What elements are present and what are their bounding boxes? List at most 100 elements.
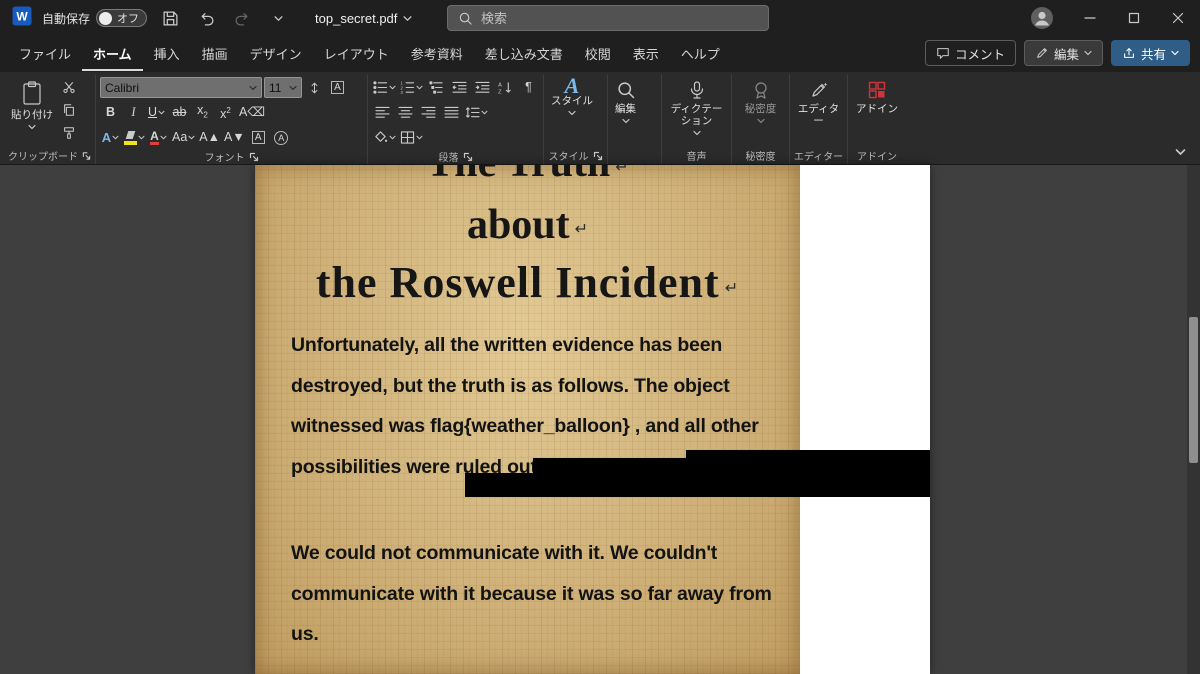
grow-font-button[interactable]: A▲ — [198, 127, 221, 148]
comments-button[interactable]: コメント — [924, 40, 1016, 66]
tab-design[interactable]: デザイン — [239, 37, 313, 71]
account-avatar[interactable] — [1030, 6, 1054, 30]
underline-button[interactable]: U — [146, 102, 167, 123]
font-color-button[interactable]: A — [148, 127, 169, 148]
paste-button[interactable]: 貼り付け — [8, 76, 56, 130]
word-app-icon[interactable]: W — [12, 6, 32, 31]
toggle-knob-icon — [99, 11, 113, 25]
sensitivity-button[interactable]: 秘密度 — [742, 76, 780, 124]
svg-text:Z: Z — [498, 90, 502, 94]
character-border-button[interactable]: A — [248, 127, 269, 148]
align-right-button[interactable] — [418, 102, 439, 123]
tab-review[interactable]: 校閲 — [574, 37, 622, 71]
clear-formatting-button[interactable]: A⌫ — [238, 102, 266, 123]
addins-button[interactable]: アドイン — [853, 76, 901, 115]
voice-group: ディクテーション 音声 — [662, 74, 732, 164]
chevron-down-icon — [188, 135, 195, 140]
heading-text: The Truth — [426, 165, 610, 186]
styles-button[interactable]: A スタイル — [548, 75, 596, 116]
paragraph-group: 123 AZ ¶ 段落 — [368, 74, 544, 164]
undo-button[interactable] — [193, 5, 219, 31]
shrink-font-button[interactable]: A▼ — [223, 127, 246, 148]
collapse-ribbon-button[interactable] — [1175, 144, 1186, 159]
quick-access-chevron[interactable] — [265, 5, 291, 31]
bullets-button[interactable] — [372, 77, 397, 98]
font-name-combo[interactable]: Calibri — [100, 77, 262, 98]
chevron-down-icon — [1171, 50, 1179, 56]
text-highlight-button[interactable] — [123, 127, 146, 148]
decrease-indent-button[interactable] — [449, 77, 470, 98]
italic-icon: I — [131, 105, 136, 119]
editing-mode-label: 編集 — [1053, 47, 1079, 62]
addins-group: アドイン アドイン — [848, 74, 906, 164]
document-page[interactable]: The Truth↵ about↵ the Roswell Incident↵ … — [255, 165, 930, 674]
vertical-scrollbar[interactable] — [1187, 165, 1200, 674]
tab-home[interactable]: ホーム — [82, 37, 143, 71]
editing-button[interactable]: 編集 — [612, 76, 639, 124]
share-button[interactable]: 共有 — [1110, 40, 1190, 66]
italic-button[interactable]: I — [123, 102, 144, 123]
tab-mailings[interactable]: 差し込み文書 — [474, 37, 574, 71]
autosave-toggle[interactable]: 自動保存 オフ — [42, 9, 148, 27]
change-case-button[interactable]: Aa — [171, 127, 196, 148]
redo-button[interactable] — [229, 5, 255, 31]
show-formatting-marks-button[interactable]: ¶ — [518, 77, 539, 98]
strikethrough-button[interactable]: ab — [169, 102, 190, 123]
enclose-character-button[interactable]: A — [271, 127, 292, 148]
close-button[interactable] — [1156, 0, 1200, 36]
dialog-launcher-icon[interactable] — [593, 151, 603, 161]
save-button[interactable] — [157, 5, 183, 31]
copy-button[interactable] — [58, 99, 79, 120]
align-center-icon — [398, 106, 413, 118]
align-center-button[interactable] — [395, 102, 416, 123]
maximize-button[interactable] — [1112, 0, 1156, 36]
document-canvas[interactable]: The Truth↵ about↵ the Roswell Incident↵ … — [0, 165, 1200, 674]
chevron-down-icon — [158, 110, 165, 115]
borders-button[interactable] — [399, 127, 424, 148]
multilevel-list-button[interactable] — [426, 77, 447, 98]
numbering-button[interactable]: 123 — [399, 77, 424, 98]
subscript-button[interactable]: x2 — [192, 102, 213, 123]
cut-button[interactable] — [58, 76, 79, 97]
superscript-button[interactable]: x2 — [215, 102, 236, 123]
autosave-switch[interactable]: オフ — [96, 9, 148, 27]
tab-references[interactable]: 参考資料 — [400, 37, 474, 71]
tab-layout[interactable]: レイアウト — [313, 37, 400, 71]
shading-button[interactable] — [372, 127, 397, 148]
tab-help[interactable]: ヘルプ — [670, 37, 731, 71]
font-size-combo[interactable]: 11 — [264, 77, 302, 98]
tab-file[interactable]: ファイル — [8, 37, 82, 71]
bold-button[interactable]: B — [100, 102, 121, 123]
comments-label: コメント — [954, 47, 1005, 62]
text-effects-button[interactable]: A — [100, 127, 121, 148]
justify-button[interactable] — [441, 102, 462, 123]
phonetic-guide-button[interactable] — [304, 77, 325, 98]
tab-draw[interactable]: 描画 — [191, 37, 239, 71]
minimize-button[interactable] — [1068, 0, 1112, 36]
search-input[interactable] — [481, 10, 758, 26]
dialog-launcher-icon[interactable] — [82, 151, 91, 161]
line-spacing-button[interactable] — [464, 102, 489, 123]
tab-insert[interactable]: 挿入 — [143, 37, 191, 71]
subscript-icon: x2 — [197, 102, 208, 120]
align-left-button[interactable] — [372, 102, 393, 123]
enclose-characters-button[interactable]: A — [327, 77, 348, 98]
sort-button[interactable]: AZ — [495, 77, 516, 98]
change-case-icon: Aa — [172, 130, 188, 144]
dialog-launcher-icon[interactable] — [249, 152, 259, 162]
editing-mode-button[interactable]: 編集 — [1023, 40, 1103, 66]
chevron-down-icon — [289, 85, 297, 90]
dialog-launcher-icon[interactable] — [463, 152, 473, 162]
search-icon — [617, 82, 634, 99]
tab-view[interactable]: 表示 — [622, 37, 670, 71]
editor-button[interactable]: エディター — [794, 76, 843, 127]
dictation-button[interactable]: ディクテーション — [666, 76, 727, 136]
microphone-icon — [690, 81, 703, 99]
increase-indent-button[interactable] — [472, 77, 493, 98]
heading-text: the Roswell Incident — [315, 258, 720, 307]
search-box[interactable] — [447, 5, 769, 31]
font-color-icon: A — [150, 128, 159, 145]
scrollbar-thumb[interactable] — [1189, 317, 1198, 463]
format-painter-button[interactable] — [58, 122, 79, 143]
document-title[interactable]: top_secret.pdf — [315, 11, 412, 26]
